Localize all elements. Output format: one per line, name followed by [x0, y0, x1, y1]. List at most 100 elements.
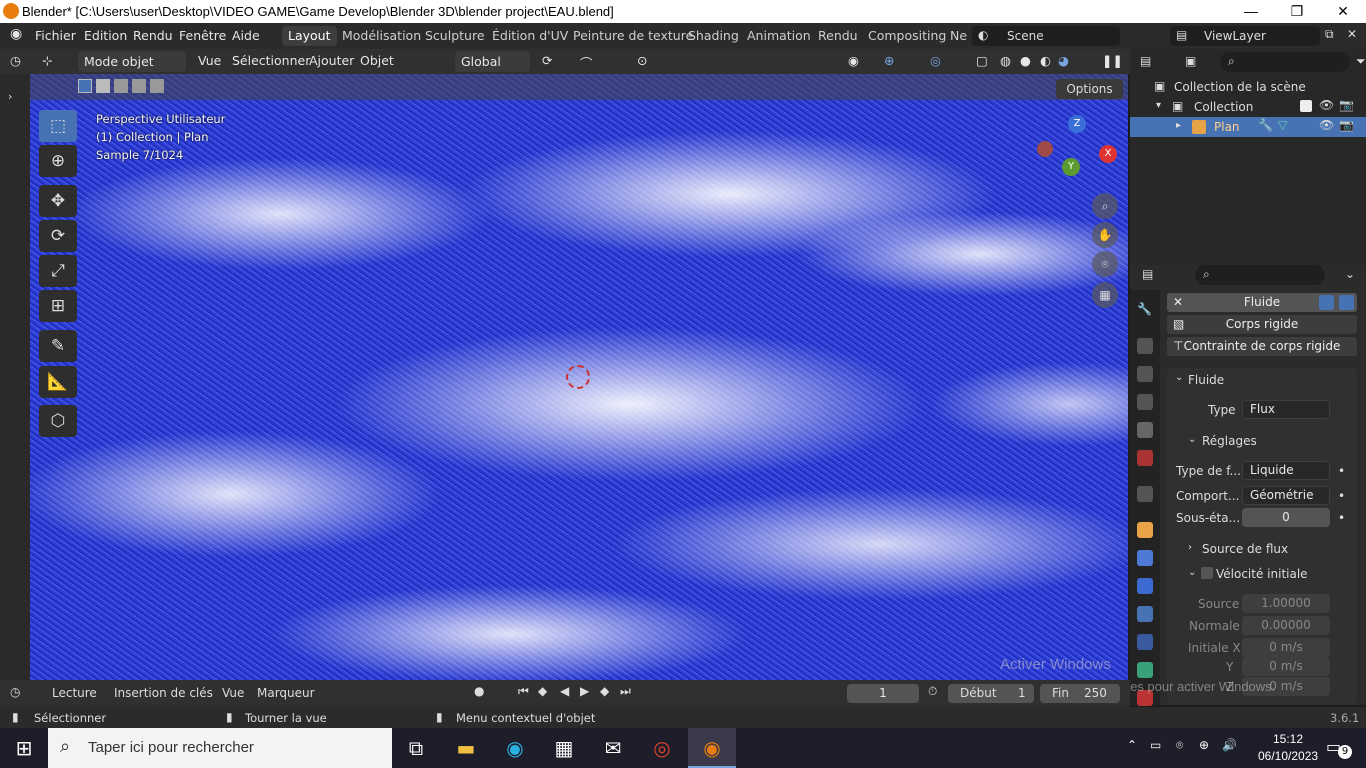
constraints-tab-icon[interactable] — [1137, 634, 1153, 650]
type-dropdown[interactable]: Flux — [1242, 400, 1330, 419]
playback-menu[interactable]: Lecture — [52, 686, 97, 700]
view-layer-selector[interactable]: ▤ ViewLayer — [1170, 26, 1320, 46]
menu-object[interactable]: Objet — [360, 53, 394, 68]
zoom-icon[interactable]: ⌕ — [1092, 193, 1118, 219]
editor-select-icon[interactable]: ⊹ — [42, 53, 52, 68]
maximize-button[interactable]: ❐ — [1274, 0, 1320, 23]
visibility-icon[interactable]: ◉ — [848, 53, 859, 68]
camera-view-icon[interactable]: ⌾ — [1092, 251, 1118, 277]
transform-tool-button[interactable]: ⊞ — [39, 290, 77, 322]
network-icon[interactable]: ⊕ — [1199, 738, 1209, 752]
gizmo-icon[interactable]: ⊕ — [884, 53, 894, 68]
tab-sculpting[interactable]: Sculpture — [419, 26, 491, 46]
pivot-icon[interactable]: ⟳ — [542, 53, 552, 68]
transform-orientation-dropdown[interactable]: Global — [455, 51, 530, 72]
menu-edit[interactable]: Edition — [84, 28, 127, 43]
menu-render[interactable]: Rendu — [133, 28, 173, 43]
fluid-modifier-header[interactable]: ✕ Fluide — [1167, 293, 1357, 312]
viewport-display-icon[interactable] — [1319, 295, 1334, 310]
outliner-search-input[interactable]: ⌕ — [1220, 52, 1350, 72]
mode-dropdown[interactable]: Mode objet — [78, 51, 186, 72]
rendered-shading-icon[interactable]: ◕ — [1058, 53, 1069, 68]
flow-source-expand-icon[interactable]: › — [1188, 542, 1192, 553]
scene-tab-icon[interactable] — [1137, 422, 1153, 438]
play-reverse-icon[interactable]: ◀ — [560, 684, 569, 698]
stopwatch-icon[interactable]: ⏱ — [928, 684, 937, 699]
menu-file[interactable]: Fichier — [35, 28, 76, 43]
behavior-dropdown[interactable]: Géométrie — [1242, 486, 1330, 505]
rigid-body-constraint-button[interactable]: ⊤ Contrainte de corps rigide — [1167, 337, 1357, 356]
outliner-row-plan[interactable]: ▸ Plan 🔧 ▽ 👁 📷 — [1130, 117, 1366, 137]
modifier-wrench-icon[interactable]: 🔧 — [1258, 118, 1273, 132]
blender-menu-icon[interactable]: ◉ — [10, 26, 22, 42]
jump-start-icon[interactable]: ⏮ — [518, 684, 529, 699]
filter-icon[interactable]: ⏷ — [1356, 54, 1366, 69]
remove-view-layer-icon[interactable]: ✕ — [1347, 27, 1357, 41]
prev-keyframe-icon[interactable]: ◆ — [538, 684, 547, 698]
snap-icon[interactable]: ⌒ — [580, 53, 593, 72]
substeps-field[interactable]: 0 — [1242, 508, 1330, 527]
overlay-icon[interactable]: ◎ — [930, 53, 941, 68]
tab-animation[interactable]: Animation — [741, 26, 817, 46]
tab-layout[interactable]: Layout — [282, 26, 337, 46]
timeline-view-menu[interactable]: Vue — [222, 686, 244, 700]
webcam-icon[interactable]: ⌾ — [1176, 738, 1183, 753]
current-frame-field[interactable]: 1 — [847, 684, 919, 703]
properties-options-icon[interactable]: ⌄ — [1345, 267, 1355, 281]
collection-tab-icon[interactable] — [1137, 486, 1153, 502]
physics-tab-icon[interactable] — [1137, 606, 1153, 622]
gizmo-z-axis[interactable]: Z — [1068, 115, 1086, 133]
normal-field[interactable]: 0.00000 — [1242, 616, 1330, 635]
tab-rendering[interactable]: Rendu — [812, 26, 864, 46]
taskbar-search-input[interactable]: ⌕ Taper ici pour rechercher — [48, 728, 392, 768]
menu-add[interactable]: Ajouter — [309, 53, 354, 68]
battery-icon[interactable]: ▭ — [1150, 738, 1161, 752]
render-display-icon[interactable] — [1339, 295, 1354, 310]
select-intersect-icon[interactable] — [150, 79, 164, 93]
new-view-layer-icon[interactable]: ⧉ — [1325, 27, 1334, 42]
expand-arrow-icon[interactable]: ▸ — [1176, 120, 1181, 131]
start-icon[interactable]: ⊞ — [0, 728, 48, 768]
rotate-tool-button[interactable]: ⟳ — [39, 220, 77, 252]
select-box-icon[interactable] — [78, 79, 92, 93]
record-icon[interactable]: ● — [474, 684, 484, 698]
display-mode-icon[interactable]: ▣ — [1185, 54, 1196, 68]
edge-icon[interactable]: ◉ — [491, 728, 539, 768]
menu-select[interactable]: Sélectionner — [232, 53, 310, 68]
gizmo-x-axis[interactable]: X — [1099, 145, 1117, 163]
particles-tab-icon[interactable] — [1137, 578, 1153, 594]
editor-type-icon[interactable]: ◷ — [10, 53, 21, 68]
material-shading-icon[interactable]: ◐ — [1040, 53, 1051, 68]
source-field[interactable]: 1.00000 — [1242, 594, 1330, 613]
annotate-tool-button[interactable]: ✎ — [39, 330, 77, 362]
pause-render-icon[interactable]: ❚❚ — [1102, 53, 1123, 68]
scale-tool-button[interactable]: ⤢ — [39, 255, 77, 287]
frame-end-field[interactable]: Fin 250 — [1040, 684, 1120, 703]
keyframe-dot-icon[interactable]: • — [1338, 489, 1345, 503]
add-cube-tool-button[interactable]: ⬡ — [39, 405, 77, 437]
properties-search-input[interactable]: ⌕ — [1195, 265, 1325, 285]
flow-source-label[interactable]: Source de flux — [1202, 542, 1288, 556]
cursor-tool-button[interactable]: ⊕ — [39, 145, 77, 177]
tab-shading[interactable]: Shading — [682, 26, 745, 46]
tool-tab-icon[interactable]: 🔧 — [1137, 302, 1153, 318]
menu-help[interactable]: Aide — [232, 28, 260, 43]
pan-hand-icon[interactable]: ✋ — [1092, 222, 1118, 248]
outliner-row-scene-collection[interactable]: ▣ Collection de la scène — [1130, 77, 1366, 97]
marker-menu[interactable]: Marqueur — [257, 686, 315, 700]
rigid-body-button[interactable]: ▧ Corps rigide — [1167, 315, 1357, 334]
collapse-arrow-icon[interactable]: ▾ — [1156, 100, 1161, 111]
file-explorer-icon[interactable]: ▬ — [442, 728, 490, 768]
object-tab-icon[interactable] — [1137, 522, 1153, 538]
select-subtract-icon[interactable] — [114, 79, 128, 93]
move-tool-button[interactable]: ✥ — [39, 185, 77, 217]
gizmo-neg-x-axis[interactable] — [1037, 141, 1053, 157]
expand-arrow-icon[interactable]: › — [8, 90, 12, 103]
proportional-edit-icon[interactable]: ⊙ — [637, 53, 647, 68]
task-view-icon[interactable]: ⧉ — [392, 728, 440, 768]
taskbar-clock[interactable]: 15:12 06/10/2023 — [1258, 731, 1318, 765]
select-tool-button[interactable]: ⬚ — [39, 110, 77, 142]
view-layer-tab-icon[interactable] — [1137, 394, 1153, 410]
ortho-toggle-icon[interactable]: ▦ — [1092, 282, 1118, 308]
keyframe-dot-icon[interactable]: • — [1338, 464, 1345, 478]
